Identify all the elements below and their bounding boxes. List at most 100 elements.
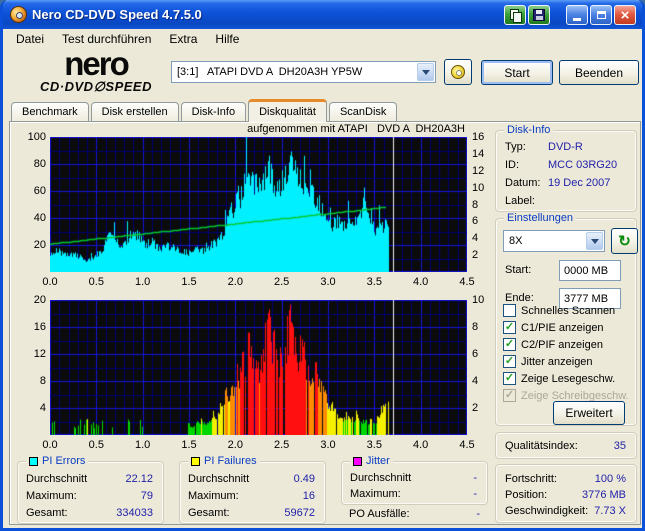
- x-axis-tick-label: 4.0: [413, 276, 429, 288]
- refresh-icon: ↻: [618, 233, 631, 250]
- progress-group: Fortschritt: 100 % Position: 3776 MB Ges…: [495, 464, 637, 523]
- pif-max-label: Maximum:: [188, 490, 239, 502]
- speed-select[interactable]: 8X: [503, 230, 605, 252]
- scan-start-input[interactable]: [559, 260, 621, 281]
- jitter-group-title: Jitter: [366, 455, 390, 467]
- checkbox-schnelles-scannen[interactable]: Schnelles Scannen: [503, 304, 615, 317]
- close-button[interactable]: ×: [614, 5, 636, 25]
- disc-icon: [451, 65, 465, 79]
- position-label: Position:: [505, 489, 548, 501]
- disk-typ-label: Typ:: [505, 141, 526, 153]
- pie-max-label: Maximum:: [26, 490, 77, 502]
- pif-avg-label: Durchschnitt: [188, 473, 250, 485]
- pie-avg-label: Durchschnitt: [26, 473, 88, 485]
- quit-button[interactable]: Beenden: [559, 60, 639, 85]
- x-axis-tick-label: 1.5: [181, 439, 197, 451]
- drive-selector[interactable]: [3:1] ATAPI DVD A DH20A3H YP5W: [171, 61, 436, 83]
- x-axis-tick-label: 3.0: [320, 439, 336, 451]
- y-axis-tick-label: 40: [33, 212, 46, 224]
- tab-diskqualitaet[interactable]: Diskqualität: [248, 99, 327, 122]
- save-button[interactable]: [528, 5, 550, 25]
- x-axis-tick-label: 1.5: [181, 276, 197, 288]
- refresh-button[interactable]: ↻: [611, 228, 638, 254]
- pi-failures-stats-group: PI Failures Durchschnitt 0.49 Maximum: 1…: [179, 455, 326, 524]
- x-axis-tick-label: 0.5: [88, 276, 104, 288]
- x-axis-tick-label: 0.5: [88, 439, 104, 451]
- window-title: Nero CD-DVD Speed 4.7.5.0: [32, 7, 202, 22]
- close-icon: ×: [620, 6, 630, 24]
- speed-select-dropdown-button[interactable]: [586, 232, 603, 250]
- checkbox-jitter-anzeigen[interactable]: ✓ Jitter anzeigen: [503, 355, 593, 368]
- checkbox-c1-pie-anzeigen[interactable]: ✓ C1/PIE anzeigen: [503, 321, 604, 334]
- checkbox-icon[interactable]: ✓: [503, 372, 516, 385]
- checkbox-icon[interactable]: [503, 304, 516, 317]
- settings-title: Einstellungen: [507, 212, 574, 224]
- jitter-avg-value: -: [473, 472, 477, 484]
- drive-selector-dropdown-button[interactable]: [417, 63, 434, 81]
- x-axis-tick-label: 2.0: [227, 276, 243, 288]
- y-axis-tick-label: 12: [33, 348, 46, 360]
- quality-index-value: 35: [613, 440, 626, 452]
- tab-benchmark[interactable]: Benchmark: [11, 102, 89, 122]
- quality-index-label: Qualitätsindex:: [505, 440, 578, 452]
- x-axis-tick-label: 2.5: [274, 276, 290, 288]
- disk-info-group: Disk-Info Typ: DVD-R ID: MCC 03RG20 Datu…: [495, 124, 637, 212]
- progress-value: 100 %: [594, 473, 626, 485]
- y-axis-tick-label: 4: [39, 402, 46, 414]
- tab-disk-erstellen[interactable]: Disk erstellen: [90, 102, 179, 122]
- checkbox-zeige-lesegeschw[interactable]: ✓ Zeige Lesegeschw.: [503, 372, 615, 385]
- quality-index-group: Qualitätsindex: 35: [495, 432, 637, 459]
- chevron-down-icon: [421, 69, 430, 75]
- y-axis-tick-label: 20: [33, 239, 46, 251]
- pif-max-value: 16: [302, 490, 315, 502]
- menu-hilfe[interactable]: Hilfe: [206, 30, 248, 48]
- maximize-button[interactable]: [590, 5, 612, 25]
- eject-disc-button[interactable]: [444, 59, 472, 85]
- position-value: 3776 MB: [581, 489, 626, 501]
- drive-selector-value: [3:1] ATAPI DVD A DH20A3H YP5W: [177, 66, 363, 78]
- pif-avg-value: 0.49: [293, 473, 315, 485]
- y-axis-tick-label: 8: [39, 375, 46, 387]
- x-axis-tick-label: 2.5: [274, 439, 290, 451]
- x-axis-tick-label: 4.0: [413, 439, 429, 451]
- tab-disk-info[interactable]: Disk-Info: [180, 102, 247, 122]
- checkbox-icon[interactable]: ✓: [503, 355, 516, 368]
- menu-datei[interactable]: Datei: [7, 30, 53, 48]
- copy-button[interactable]: [504, 5, 526, 25]
- title-bar[interactable]: Nero CD-DVD Speed 4.7.5.0 ×: [3, 0, 642, 29]
- pi-errors-legend-swatch: [29, 456, 38, 466]
- y-axis-tick-label: 16: [33, 321, 46, 333]
- checkbox-c2-pif-anzeigen[interactable]: ✓ C2/PIF anzeigen: [503, 338, 603, 351]
- pie-max-value: 79: [140, 490, 153, 502]
- y-axis-tick-label: 60: [33, 185, 46, 197]
- pif-total-label: Gesamt:: [188, 507, 230, 519]
- jitter-max-value: -: [473, 488, 477, 500]
- checkbox-icon[interactable]: ✓: [503, 321, 516, 334]
- speed-label: Geschwindigkeit:: [505, 505, 589, 517]
- jitter-stats-group: Jitter Durchschnitt - Maximum: -: [341, 455, 488, 505]
- start-button[interactable]: Start: [481, 60, 553, 85]
- menu-extra[interactable]: Extra: [160, 30, 206, 48]
- x-axis-tick-label: 2.0: [227, 439, 243, 451]
- save-icon: [533, 9, 545, 21]
- chart-header-text: aufgenommen mit ATAPI DVD A DH20A3H: [247, 123, 465, 135]
- x-axis-tick-label: 3.5: [366, 276, 382, 288]
- speed-value: 7.73 X: [594, 505, 626, 517]
- cddvdspeed-logo-text: CD·DVD∅SPEED: [40, 79, 152, 95]
- pi-errors-group-title: PI Errors: [42, 455, 86, 467]
- advanced-button[interactable]: Erweitert: [553, 401, 625, 425]
- checkbox-icon[interactable]: ✓: [503, 338, 516, 351]
- minimize-button[interactable]: [566, 5, 588, 25]
- chevron-down-icon: [590, 238, 599, 244]
- tab-scandisk[interactable]: ScanDisk: [328, 102, 398, 122]
- nero-logo-text: nero: [64, 45, 130, 82]
- y-axis-tick-label: 80: [33, 158, 46, 170]
- jitter-avg-label: Durchschnitt: [350, 472, 412, 484]
- pif-total-value: 59672: [284, 507, 315, 519]
- scan-end-label: Ende:: [505, 292, 534, 304]
- x-axis-tick-label: 0.0: [42, 439, 58, 451]
- disk-datum-label: Datum:: [505, 177, 541, 189]
- disk-info-title: Disk-Info: [507, 124, 551, 136]
- pi-errors-stats-group: PI Errors Durchschnitt 22.12 Maximum: 79…: [17, 455, 164, 524]
- checkbox-icon: ✓: [503, 389, 516, 402]
